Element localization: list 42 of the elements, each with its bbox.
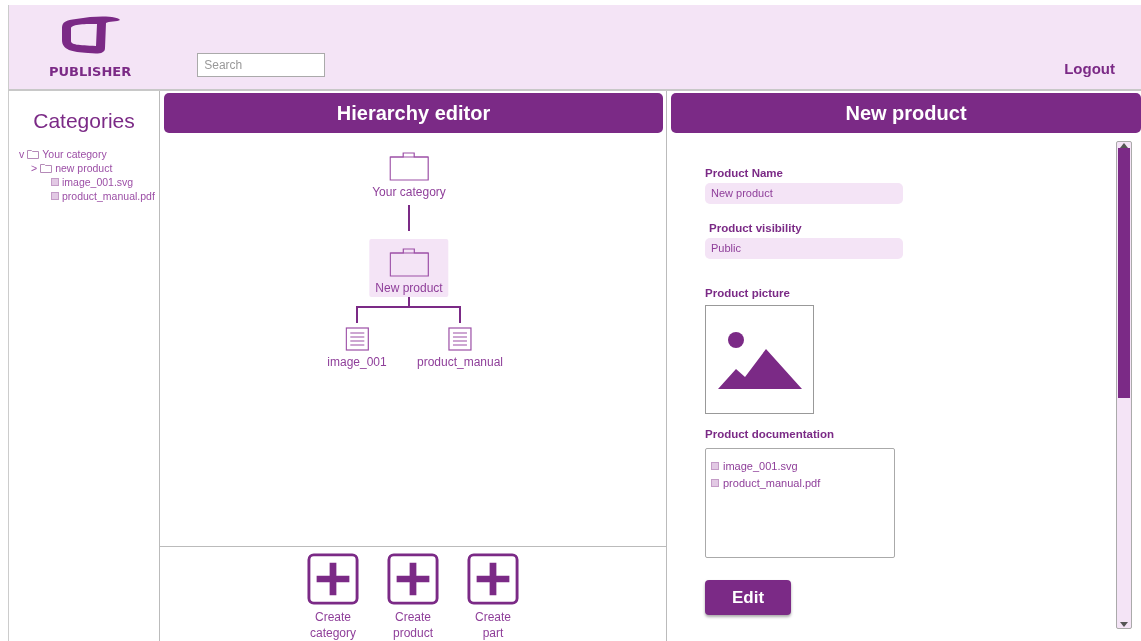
field-label: Product documentation <box>705 428 835 440</box>
panel-header: New product <box>671 93 1141 133</box>
folder-icon <box>389 247 429 277</box>
document-icon <box>345 327 369 351</box>
scrollbar[interactable] <box>1116 141 1132 629</box>
tree-node[interactable]: New product <box>369 239 449 297</box>
field-label: Product picture <box>705 287 790 299</box>
input-field[interactable]: New product <box>705 183 903 204</box>
edit-button[interactable]: Edit <box>705 580 791 615</box>
create-button[interactable]: Create category <box>304 553 362 641</box>
input-field[interactable]: Public <box>705 238 903 259</box>
document-icon <box>448 327 472 351</box>
tree-item[interactable]: image_001.svg <box>62 176 134 188</box>
expand-toggle[interactable]: > <box>31 162 38 174</box>
document-item[interactable]: image_001.svg <box>723 459 798 472</box>
image-placeholder-icon <box>717 330 802 389</box>
connector-line <box>408 204 410 232</box>
create-button[interactable]: Create part <box>464 553 522 641</box>
tree-item[interactable]: product_manual.pdf <box>62 190 155 202</box>
tree-node[interactable]: image_001 <box>322 323 392 373</box>
tree-node[interactable]: product_manual <box>411 323 509 373</box>
folder-icon <box>389 151 429 181</box>
tree-node[interactable]: Your category <box>367 147 451 203</box>
plus-icon <box>466 553 520 605</box>
folder-icon <box>40 163 53 173</box>
tree-item[interactable]: Your category <box>42 148 107 160</box>
tree-item[interactable]: new product <box>55 162 113 174</box>
field-label: Product visibility <box>709 222 802 234</box>
sidebar-title: Categories <box>32 109 136 133</box>
scroll-down-icon[interactable] <box>1118 622 1130 628</box>
logout-link[interactable]: Logout <box>1064 60 1115 77</box>
document-item[interactable]: product_manual.pdf <box>723 476 821 489</box>
expand-toggle[interactable]: v <box>19 148 25 160</box>
folder-icon <box>27 149 40 159</box>
search-field[interactable]: Search <box>197 53 326 77</box>
plus-icon <box>306 553 360 605</box>
create-button[interactable]: Create product <box>384 553 442 641</box>
panel-header: Hierarchy editor <box>164 93 663 133</box>
logo-text: PUBLISHER <box>49 64 132 79</box>
field-label: Product Name <box>705 167 783 179</box>
plus-icon <box>386 553 440 605</box>
picture-frame[interactable] <box>705 305 814 414</box>
